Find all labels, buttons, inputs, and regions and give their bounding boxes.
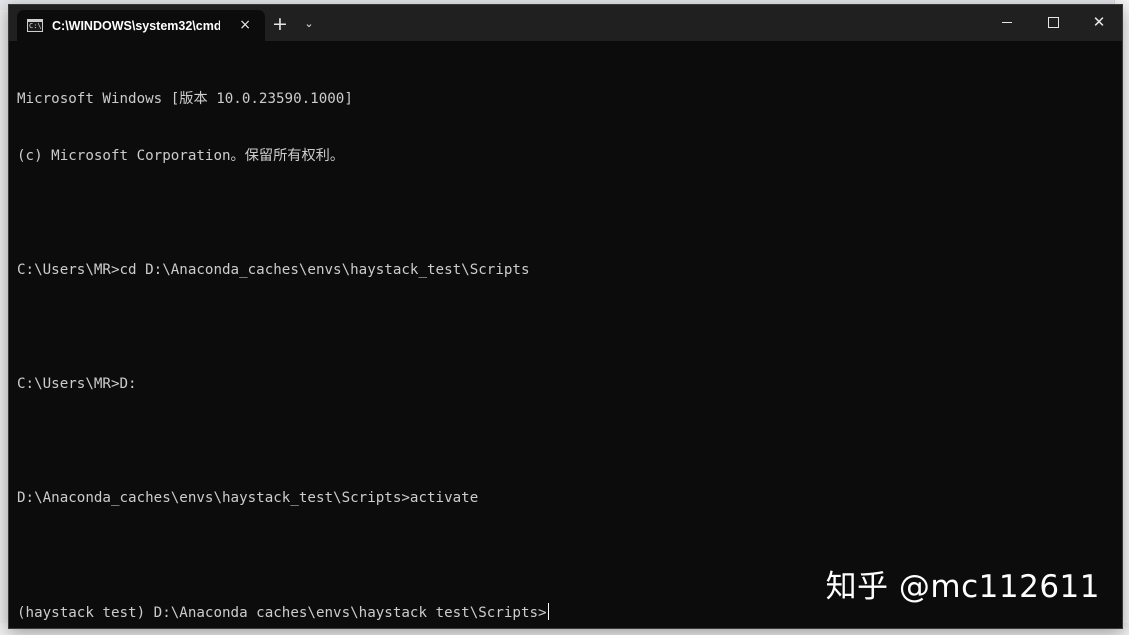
console-line: C:\Users\MR>D: [17, 376, 137, 392]
text-cursor [547, 603, 549, 620]
title-bar[interactable]: C:\ C:\WINDOWS\system32\cmd. × + ⌄ ✕ [9, 5, 1122, 41]
cmd-window: C:\ C:\WINDOWS\system32\cmd. × + ⌄ ✕ Mic… [8, 4, 1123, 629]
tab-title: C:\WINDOWS\system32\cmd. [52, 18, 220, 33]
console-line: (c) Microsoft Corporation。保留所有权利。 [17, 148, 345, 164]
close-button[interactable]: ✕ [1076, 5, 1122, 39]
close-icon: ✕ [1092, 12, 1106, 31]
watermark: 知乎 @mc112611 [825, 569, 1100, 605]
console-output[interactable]: Microsoft Windows [版本 10.0.23590.1000] (… [17, 52, 1114, 620]
new-tab-button[interactable]: + [271, 14, 289, 34]
tab-cmd[interactable]: C:\ C:\WINDOWS\system32\cmd. × [17, 10, 265, 41]
maximize-button[interactable] [1030, 5, 1076, 39]
tab-close-icon[interactable]: × [239, 16, 251, 34]
console-prompt: (haystack_test) D:\Anaconda_caches\envs\… [17, 605, 547, 620]
console-line: D:\Anaconda_caches\envs\haystack_test\Sc… [17, 490, 479, 506]
maximize-icon [1047, 16, 1059, 28]
console-line: Microsoft Windows [版本 10.0.23590.1000] [17, 91, 353, 107]
console-line: C:\Users\MR>cd D:\Anaconda_caches\envs\h… [17, 262, 530, 278]
chevron-down-icon[interactable]: ⌄ [301, 15, 317, 33]
window-controls: ✕ [984, 5, 1122, 39]
minimize-button[interactable] [984, 5, 1030, 39]
cmd-icon: C:\ [27, 19, 43, 32]
cmd-icon-text: C:\ [29, 22, 42, 30]
minimize-icon [1002, 21, 1012, 23]
